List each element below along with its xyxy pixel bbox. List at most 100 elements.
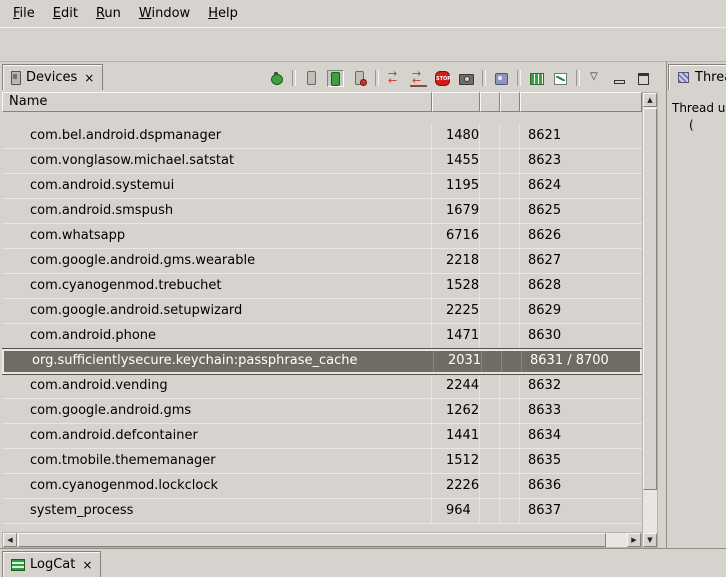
blank-cell: [500, 424, 520, 448]
process-port: 8634: [520, 424, 642, 448]
blank-cell: [480, 499, 500, 523]
tab-devices-label: Devices: [26, 70, 77, 85]
tab-devices[interactable]: Devices ×: [2, 64, 103, 90]
table-row[interactable]: com.google.android.gms.wearable22185 8627: [2, 249, 642, 274]
dump-hprof-icon[interactable]: [327, 70, 344, 87]
process-pid: 22265: [432, 474, 480, 498]
column-header-blank1[interactable]: [480, 92, 500, 112]
table-row[interactable]: com.cyanogenmod.trebuchet15288628: [2, 274, 642, 299]
process-pid: 22440: [432, 374, 480, 398]
horizontal-scrollbar[interactable]: ◀ ▶: [2, 532, 642, 548]
process-pid: 1512: [432, 449, 480, 473]
threads-icon: [677, 71, 690, 84]
start-method-profiling-icon[interactable]: [410, 70, 427, 87]
table-row[interactable]: com.tmobile.thememanager15128635: [2, 449, 642, 474]
table-row[interactable]: com.google.android.setupwizard222508629: [2, 299, 642, 324]
process-port: 8621: [520, 124, 642, 148]
process-name: com.bel.android.dspmanager: [2, 124, 432, 148]
screen-capture-icon[interactable]: [458, 70, 475, 87]
process-port: 8627: [520, 249, 642, 273]
blank-cell: [480, 124, 500, 148]
profiling-options-icon[interactable]: [552, 70, 569, 87]
close-icon[interactable]: ×: [82, 71, 94, 85]
menu-item-edit[interactable]: Edit: [44, 2, 87, 25]
update-heap-icon[interactable]: [303, 70, 320, 87]
process-name: system_process: [2, 499, 432, 523]
process-port: 8628: [520, 274, 642, 298]
table-row[interactable]: com.cyanogenmod.lockclock22265 8636: [2, 474, 642, 499]
scroll-right-icon[interactable]: ▶: [627, 533, 641, 547]
blank-cell: [480, 324, 500, 348]
process-pid: 22250: [432, 299, 480, 323]
toolbar-separator: [292, 70, 296, 86]
process-name: com.google.android.gms.wearable: [2, 249, 432, 273]
process-name: org.sufficientlysecure.keychain:passphra…: [4, 351, 434, 372]
menu-item-file[interactable]: File: [4, 2, 44, 25]
process-pid: 6716: [432, 224, 480, 248]
tab-threads[interactable]: Threa: [668, 64, 726, 90]
minimize-icon[interactable]: [611, 70, 628, 87]
table-row[interactable]: org.sufficientlysecure.keychain:passphra…: [2, 349, 642, 374]
blank-cell: [480, 299, 500, 323]
column-header-pid[interactable]: [432, 92, 480, 112]
horizontal-scrollbar-thumb[interactable]: [18, 533, 606, 547]
vertical-scrollbar[interactable]: ▲ ▼: [642, 92, 658, 548]
update-threads-icon[interactable]: [386, 70, 403, 87]
column-header-blank2[interactable]: [500, 92, 520, 112]
tree-view-icon[interactable]: [528, 70, 545, 87]
column-header-name[interactable]: Name: [2, 92, 432, 112]
menu-bar: FileEditRunWindowHelp: [0, 0, 726, 27]
menu-item-help[interactable]: Help: [199, 2, 247, 25]
blank-cell: [480, 149, 500, 173]
threads-message-line1: Thread up: [672, 100, 726, 117]
table-row[interactable]: com.android.defcontainer144118634: [2, 424, 642, 449]
close-icon[interactable]: ×: [80, 558, 92, 572]
process-port: 8633: [520, 399, 642, 423]
process-pid: 20311: [434, 351, 482, 372]
blank-cell: [500, 399, 520, 423]
stop-process-icon[interactable]: [434, 70, 451, 87]
logcat-icon: [11, 559, 25, 571]
process-port: 8630: [520, 324, 642, 348]
table-row[interactable]: com.bel.android.dspmanager14808621: [2, 124, 642, 149]
process-port: 8636: [520, 474, 642, 498]
column-header-port[interactable]: [520, 92, 642, 112]
blank-cell: [480, 449, 500, 473]
cause-gc-icon[interactable]: [351, 70, 368, 87]
table-row[interactable]: com.android.smspush16798625: [2, 199, 642, 224]
blank-cell: [480, 224, 500, 248]
process-name: com.android.smspush: [2, 199, 432, 223]
process-pid: 22185: [432, 249, 480, 273]
capture-video-icon[interactable]: [493, 70, 510, 87]
process-name: com.google.android.gms: [2, 399, 432, 423]
process-pid: 1471: [432, 324, 480, 348]
scroll-up-icon[interactable]: ▲: [643, 93, 657, 107]
process-port: 8635: [520, 449, 642, 473]
scroll-left-icon[interactable]: ◀: [3, 533, 17, 547]
process-port: 8637: [520, 499, 642, 523]
maximize-icon[interactable]: [635, 70, 652, 87]
table-row[interactable]: com.vonglasow.michael.satstat145538623: [2, 149, 642, 174]
menu-item-run[interactable]: Run: [87, 2, 130, 25]
table-row[interactable]: com.whatsapp67168626: [2, 224, 642, 249]
tab-logcat[interactable]: LogCat ×: [2, 551, 101, 577]
table-row[interactable]: com.android.systemui11958624: [2, 174, 642, 199]
devices-toolbar: [268, 67, 652, 89]
debug-process-icon[interactable]: [268, 70, 285, 87]
view-menu-icon[interactable]: [587, 70, 604, 87]
table-row[interactable]: com.android.vending224408632: [2, 374, 642, 399]
blank-cell: [480, 199, 500, 223]
process-name: com.android.vending: [2, 374, 432, 398]
process-name: com.google.android.setupwizard: [2, 299, 432, 323]
table-row[interactable]: com.android.phone14718630: [2, 324, 642, 349]
process-name: com.cyanogenmod.lockclock: [2, 474, 432, 498]
menu-item-window[interactable]: Window: [130, 2, 199, 25]
blank-cell: [500, 374, 520, 398]
vertical-scrollbar-thumb[interactable]: [643, 108, 657, 490]
scroll-down-icon[interactable]: ▼: [643, 533, 657, 547]
table-row[interactable]: system_process9648637: [2, 499, 642, 524]
blank-cell: [500, 299, 520, 323]
threads-message-line2: (: [689, 117, 726, 134]
blank-cell: [480, 374, 500, 398]
table-row[interactable]: com.google.android.gms126238633: [2, 399, 642, 424]
